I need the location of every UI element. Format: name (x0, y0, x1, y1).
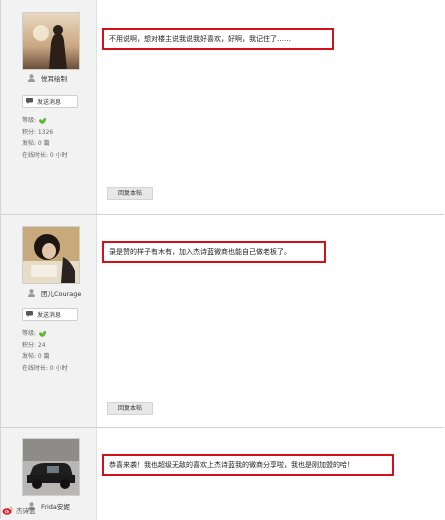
post-message: 不用说啊，想对楼主说我说我好喜欢，好啊，我记住了…… (102, 28, 334, 50)
level-leaf-icon (38, 330, 47, 337)
points-row: 积分: 1326 (22, 128, 54, 136)
points-row: 积分: 24 (22, 341, 46, 349)
online-time-row: 在线时长: 0 小时 (22, 364, 68, 372)
send-message-button[interactable]: 发送消息 (22, 95, 78, 108)
post-message: 录是赞的样子有木有，加入杰诗蓝微商也能自己做老板了。 (102, 241, 326, 263)
forum-post: 悦耳绘制 发送消息 等级: 积分: 1326 发帖: 0 篇 在线时长: 0 小… (1, 0, 444, 214)
avatar[interactable] (22, 226, 80, 284)
reply-button[interactable]: 回复本帖 (107, 187, 153, 200)
weibo-icon (2, 506, 13, 517)
chat-icon (26, 96, 33, 109)
reply-button[interactable]: 回复本帖 (107, 402, 153, 415)
avatar[interactable] (22, 12, 80, 70)
posts-count-row: 发帖: 0 篇 (22, 140, 50, 147)
online-time-row: 在线时长: 0 小时 (22, 151, 68, 159)
watermark: 杰诗蓝 (2, 505, 36, 517)
chat-icon (26, 309, 33, 322)
send-message-button[interactable]: 发送消息 (22, 308, 78, 321)
level-row: 等级: (22, 328, 68, 340)
user-stats: 等级: 积分: 24 发帖: 0 篇 在线时长: 0 小时 (22, 328, 68, 374)
username[interactable]: 团儿Courage (28, 288, 81, 299)
forum-post: 团儿Courage 发送消息 等级: 积分: 24 发帖: 0 篇 在线时长: … (1, 215, 444, 427)
level-leaf-icon (38, 117, 47, 124)
forum-post: Frida安妮 恭喜来袭！我也超级无敌的喜欢上杰诗蓝我的微商分享啦，我也是刚加盟… (1, 428, 444, 520)
user-sidebar: 悦耳绘制 发送消息 等级: 积分: 1326 发帖: 0 篇 在线时长: 0 小… (1, 0, 97, 214)
post-message: 恭喜来袭！我也超级无敌的喜欢上杰诗蓝我的微商分享啦，我也是刚加盟的哈！ (102, 454, 394, 476)
post-content: 不用说啊，想对楼主说我说我好喜欢，好啊，我记住了…… 回复本帖 (97, 0, 444, 214)
post-content: 恭喜来袭！我也超级无敌的喜欢上杰诗蓝我的微商分享啦，我也是刚加盟的哈！ (97, 428, 444, 520)
avatar[interactable] (22, 438, 80, 496)
level-row: 等级: (22, 115, 68, 127)
username[interactable]: 悦耳绘制 (28, 73, 67, 84)
posts-count-row: 发帖: 0 篇 (22, 353, 50, 360)
user-stats: 等级: 积分: 1326 发帖: 0 篇 在线时长: 0 小时 (22, 115, 68, 161)
user-icon (28, 74, 35, 84)
user-sidebar: 团儿Courage 发送消息 等级: 积分: 24 发帖: 0 篇 在线时长: … (1, 215, 97, 427)
user-icon (28, 289, 35, 299)
post-content: 录是赞的样子有木有，加入杰诗蓝微商也能自己做老板了。 回复本帖 (97, 215, 444, 427)
